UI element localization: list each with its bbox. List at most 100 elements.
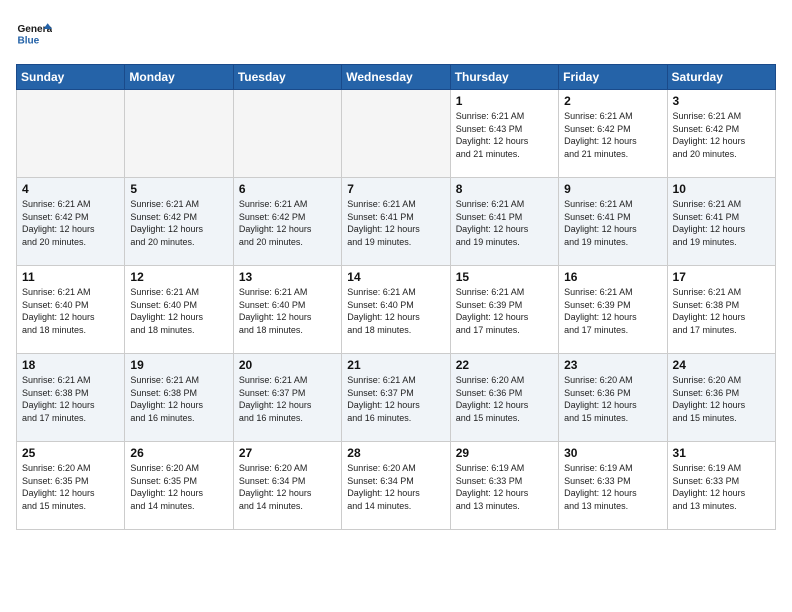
calendar-cell: 31 Sunrise: 6:19 AM Sunset: 6:33 PM Dayli…: [667, 442, 775, 530]
calendar-cell: 16 Sunrise: 6:21 AM Sunset: 6:39 PM Dayli…: [559, 266, 667, 354]
day-number: 3: [673, 94, 770, 108]
day-info: Sunrise: 6:21 AM Sunset: 6:41 PM Dayligh…: [673, 198, 770, 248]
day-info: Sunrise: 6:19 AM Sunset: 6:33 PM Dayligh…: [673, 462, 770, 512]
day-info: Sunrise: 6:21 AM Sunset: 6:41 PM Dayligh…: [456, 198, 553, 248]
day-info: Sunrise: 6:20 AM Sunset: 6:36 PM Dayligh…: [564, 374, 661, 424]
calendar-cell: 3 Sunrise: 6:21 AM Sunset: 6:42 PM Daylig…: [667, 90, 775, 178]
day-number: 28: [347, 446, 444, 460]
day-number: 23: [564, 358, 661, 372]
calendar-cell: 19Sunrise: 6:21 AM Sunset: 6:38 PM Dayli…: [125, 354, 233, 442]
day-info: Sunrise: 6:21 AM Sunset: 6:42 PM Dayligh…: [673, 110, 770, 160]
day-number: 12: [130, 270, 227, 284]
day-info: Sunrise: 6:21 AM Sunset: 6:42 PM Dayligh…: [22, 198, 119, 248]
calendar-cell: 22 Sunrise: 6:20 AM Sunset: 6:36 PM Dayli…: [450, 354, 558, 442]
day-info: Sunrise: 6:21 AM Sunset: 6:42 PM Dayligh…: [564, 110, 661, 160]
day-info: Sunrise: 6:20 AM Sunset: 6:36 PM Dayligh…: [456, 374, 553, 424]
day-info: Sunrise: 6:21 AM Sunset: 6:41 PM Dayligh…: [564, 198, 661, 248]
calendar-cell: [17, 90, 125, 178]
calendar-table: SundayMondayTuesdayWednesdayThursdayFrid…: [16, 64, 776, 530]
calendar-cell: 5 Sunrise: 6:21 AM Sunset: 6:42 PM Daylig…: [125, 178, 233, 266]
calendar-cell: 18 Sunrise: 6:21 AM Sunset: 6:38 PM Dayli…: [17, 354, 125, 442]
day-info: Sunrise: 6:21 AM Sunset: 6:40 PM Dayligh…: [347, 286, 444, 336]
calendar-cell: 20 Sunrise: 6:21 AM Sunset: 6:37 PM Dayli…: [233, 354, 341, 442]
calendar-cell: 10 Sunrise: 6:21 AM Sunset: 6:41 PM Dayli…: [667, 178, 775, 266]
calendar-cell: 29Sunrise: 6:19 AM Sunset: 6:33 PM Dayli…: [450, 442, 558, 530]
calendar-cell: 27 Sunrise: 6:20 AM Sunset: 6:34 PM Dayli…: [233, 442, 341, 530]
day-number: 26: [130, 446, 227, 460]
day-info: Sunrise: 6:21 AM Sunset: 6:39 PM Dayligh…: [456, 286, 553, 336]
svg-text:Blue: Blue: [17, 35, 39, 46]
day-info: Sunrise: 6:20 AM Sunset: 6:35 PM Dayligh…: [130, 462, 227, 512]
day-number: 15: [456, 270, 553, 284]
day-number: 6: [239, 182, 336, 196]
day-info: Sunrise: 6:20 AM Sunset: 6:36 PM Dayligh…: [673, 374, 770, 424]
day-number: 10: [673, 182, 770, 196]
day-info: Sunrise: 6:21 AM Sunset: 6:40 PM Dayligh…: [130, 286, 227, 336]
calendar-cell: 14Sunrise: 6:21 AM Sunset: 6:40 PM Dayli…: [342, 266, 450, 354]
day-number: 31: [673, 446, 770, 460]
day-info: Sunrise: 6:20 AM Sunset: 6:35 PM Dayligh…: [22, 462, 119, 512]
day-info: Sunrise: 6:21 AM Sunset: 6:42 PM Dayligh…: [239, 198, 336, 248]
calendar-cell: 13 Sunrise: 6:21 AM Sunset: 6:40 PM Dayli…: [233, 266, 341, 354]
calendar-cell: [342, 90, 450, 178]
day-info: Sunrise: 6:21 AM Sunset: 6:43 PM Dayligh…: [456, 110, 553, 160]
calendar-cell: 30 Sunrise: 6:19 AM Sunset: 6:33 PM Dayli…: [559, 442, 667, 530]
logo-icon: General Blue: [16, 16, 52, 52]
day-number: 9: [564, 182, 661, 196]
day-info: Sunrise: 6:21 AM Sunset: 6:37 PM Dayligh…: [347, 374, 444, 424]
calendar-cell: 4 Sunrise: 6:21 AM Sunset: 6:42 PM Daylig…: [17, 178, 125, 266]
day-info: Sunrise: 6:20 AM Sunset: 6:34 PM Dayligh…: [347, 462, 444, 512]
day-number: 7: [347, 182, 444, 196]
col-header-wednesday: Wednesday: [342, 65, 450, 90]
day-number: 22: [456, 358, 553, 372]
day-info: Sunrise: 6:20 AM Sunset: 6:34 PM Dayligh…: [239, 462, 336, 512]
calendar-cell: 25Sunrise: 6:20 AM Sunset: 6:35 PM Dayli…: [17, 442, 125, 530]
calendar-cell: 9 Sunrise: 6:21 AM Sunset: 6:41 PM Daylig…: [559, 178, 667, 266]
day-number: 2: [564, 94, 661, 108]
day-number: 21: [347, 358, 444, 372]
day-info: Sunrise: 6:21 AM Sunset: 6:40 PM Dayligh…: [22, 286, 119, 336]
day-info: Sunrise: 6:21 AM Sunset: 6:40 PM Dayligh…: [239, 286, 336, 336]
day-number: 16: [564, 270, 661, 284]
calendar-cell: 26 Sunrise: 6:20 AM Sunset: 6:35 PM Dayli…: [125, 442, 233, 530]
day-number: 11: [22, 270, 119, 284]
day-number: 1: [456, 94, 553, 108]
col-header-sunday: Sunday: [17, 65, 125, 90]
day-info: Sunrise: 6:21 AM Sunset: 6:38 PM Dayligh…: [673, 286, 770, 336]
day-number: 8: [456, 182, 553, 196]
day-info: Sunrise: 6:21 AM Sunset: 6:38 PM Dayligh…: [130, 374, 227, 424]
col-header-saturday: Saturday: [667, 65, 775, 90]
col-header-friday: Friday: [559, 65, 667, 90]
col-header-thursday: Thursday: [450, 65, 558, 90]
day-number: 4: [22, 182, 119, 196]
day-info: Sunrise: 6:21 AM Sunset: 6:39 PM Dayligh…: [564, 286, 661, 336]
day-info: Sunrise: 6:19 AM Sunset: 6:33 PM Dayligh…: [564, 462, 661, 512]
calendar-cell: 17 Sunrise: 6:21 AM Sunset: 6:38 PM Dayli…: [667, 266, 775, 354]
day-number: 29: [456, 446, 553, 460]
day-number: 17: [673, 270, 770, 284]
day-number: 5: [130, 182, 227, 196]
day-number: 20: [239, 358, 336, 372]
calendar-cell: 15 Sunrise: 6:21 AM Sunset: 6:39 PM Dayli…: [450, 266, 558, 354]
day-number: 13: [239, 270, 336, 284]
day-number: 30: [564, 446, 661, 460]
calendar-cell: 28 Sunrise: 6:20 AM Sunset: 6:34 PM Dayli…: [342, 442, 450, 530]
calendar-cell: 7 Sunrise: 6:21 AM Sunset: 6:41 PM Daylig…: [342, 178, 450, 266]
day-number: 27: [239, 446, 336, 460]
page-header: General Blue: [16, 16, 776, 52]
calendar-cell: 11 Sunrise: 6:21 AM Sunset: 6:40 PM Dayli…: [17, 266, 125, 354]
day-info: Sunrise: 6:21 AM Sunset: 6:38 PM Dayligh…: [22, 374, 119, 424]
day-info: Sunrise: 6:21 AM Sunset: 6:42 PM Dayligh…: [130, 198, 227, 248]
calendar-cell: [233, 90, 341, 178]
logo: General Blue: [16, 16, 52, 52]
calendar-cell: 12 Sunrise: 6:21 AM Sunset: 6:40 PM Dayli…: [125, 266, 233, 354]
day-info: Sunrise: 6:21 AM Sunset: 6:41 PM Dayligh…: [347, 198, 444, 248]
calendar-cell: 23 Sunrise: 6:20 AM Sunset: 6:36 PM Dayli…: [559, 354, 667, 442]
calendar-cell: 2 Sunrise: 6:21 AM Sunset: 6:42 PM Daylig…: [559, 90, 667, 178]
day-number: 24: [673, 358, 770, 372]
col-header-tuesday: Tuesday: [233, 65, 341, 90]
calendar-cell: 1 Sunrise: 6:21 AM Sunset: 6:43 PM Daylig…: [450, 90, 558, 178]
day-info: Sunrise: 6:21 AM Sunset: 6:37 PM Dayligh…: [239, 374, 336, 424]
day-number: 18: [22, 358, 119, 372]
calendar-cell: [125, 90, 233, 178]
